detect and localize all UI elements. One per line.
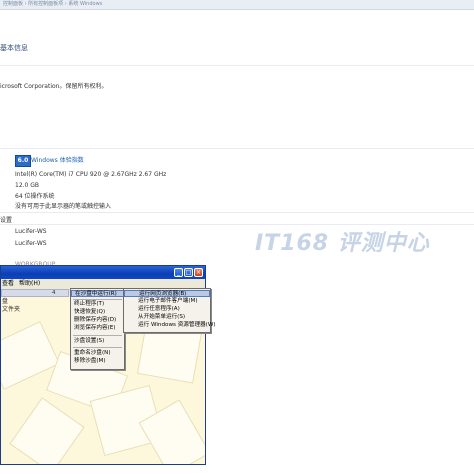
pen-touch-value: 没有可用于此显示器的笔或触控输入 bbox=[15, 203, 112, 210]
cpu-value: Intel(R) Core(TM) i7 CPU 920 @ 2.67GHz 2… bbox=[15, 171, 167, 178]
minimize-button[interactable]: _ bbox=[174, 268, 183, 277]
address-bar: 控制面板 › 所有控制面板项 › 系统 Windows bbox=[0, 0, 474, 10]
menu-bar: 查看 帮助(H) bbox=[1, 279, 205, 288]
divider bbox=[0, 148, 474, 149]
menu-item-label: 快速恢复(Q) bbox=[74, 309, 106, 315]
menu-view[interactable]: 查看 bbox=[2, 281, 14, 287]
menu-item-rename-sandbox[interactable]: 重命名沙盘(N) bbox=[71, 350, 111, 357]
menu-item-delete-contents[interactable]: 删除保存内容(D) bbox=[71, 317, 116, 324]
menu-item-run-in-sandbox[interactable]: 在沙盘中运行(R) bbox=[71, 290, 124, 298]
menu-separator bbox=[73, 347, 122, 348]
menu-item-label: 在沙盘中运行(R) bbox=[75, 291, 117, 297]
rating-badge[interactable]: 6.0 bbox=[15, 155, 31, 167]
submenu-item-label: 从开始菜单运行(S) bbox=[138, 314, 186, 320]
menu-item-remove-sandbox[interactable]: 移除沙盘(M) bbox=[71, 358, 106, 365]
copyright-text: icrosoft Corporation。保留所有权利。 bbox=[0, 83, 108, 90]
experience-index-link[interactable]: Windows 体验指数 bbox=[31, 158, 84, 164]
divider bbox=[0, 65, 474, 66]
submenu-item-run-mail[interactable]: 运行电子邮件客户端(M) bbox=[124, 298, 198, 305]
watermark: IT168 评测中心 bbox=[255, 231, 430, 256]
full-name-value: Lucifer-WS bbox=[15, 240, 47, 247]
context-menu: 在沙盘中运行(R) 终止程序(T) 快速恢复(Q) 删除保存内容(D) 浏览保存… bbox=[70, 288, 125, 370]
menu-item-label: 浏览保存内容(E) bbox=[74, 325, 116, 331]
address-text: 控制面板 › 所有控制面板项 › 系统 Windows bbox=[3, 1, 103, 7]
list-item[interactable]: 盘 bbox=[2, 299, 8, 305]
submenu-item-label: 运行 Windows 资源管理器(W) bbox=[138, 322, 216, 328]
menu-item-label: 移除沙盘(M) bbox=[74, 358, 106, 364]
menu-item-label: 沙盘设置(S) bbox=[74, 338, 105, 344]
menu-item-label: 终止程序(T) bbox=[74, 301, 105, 307]
divider bbox=[0, 212, 474, 213]
os-type-value: 64 位操作系统 bbox=[15, 193, 55, 200]
close-icon: × bbox=[195, 269, 202, 276]
list-item[interactable]: 文件夹 bbox=[2, 307, 20, 313]
submenu-item-run-any[interactable]: 运行任意程序(A) bbox=[124, 306, 180, 313]
submenu-item-label: 运行任意程序(A) bbox=[138, 306, 180, 312]
ram-value: 12.0 GB bbox=[15, 182, 40, 189]
close-button[interactable]: × bbox=[194, 268, 203, 277]
menu-item-label: 重命名沙盘(N) bbox=[74, 350, 111, 356]
menu-separator bbox=[73, 335, 122, 336]
maximize-button[interactable]: □ bbox=[184, 268, 193, 277]
menu-item-terminate[interactable]: 终止程序(T) bbox=[71, 301, 104, 308]
run-submenu: 运行网页浏览器(B) 运行电子邮件客户端(M) 运行任意程序(A) 从开始菜单运… bbox=[123, 288, 216, 333]
menu-help[interactable]: 帮助(H) bbox=[19, 281, 40, 287]
maximize-icon: □ bbox=[185, 269, 192, 276]
computer-name-value: Lucifer-WS bbox=[15, 228, 47, 235]
menu-item-quick-recover[interactable]: 快速恢复(Q) bbox=[71, 309, 105, 316]
title-bar[interactable]: _ □ × bbox=[1, 266, 205, 279]
rating-value: 6.0 bbox=[17, 157, 29, 164]
submenu-item-label: 运行电子邮件客户端(M) bbox=[138, 298, 198, 304]
menu-item-label: 删除保存内容(D) bbox=[74, 317, 117, 323]
minimize-icon: _ bbox=[177, 269, 180, 276]
submenu-item-run-start-menu[interactable]: 从开始菜单运行(S) bbox=[124, 314, 185, 321]
submenu-item-run-explorer[interactable]: 运行 Windows 资源管理器(W) bbox=[124, 322, 216, 329]
divider bbox=[0, 224, 474, 225]
section-title: 基本信息 bbox=[0, 44, 28, 52]
list-header[interactable]: 4 bbox=[1, 289, 69, 297]
menu-separator bbox=[73, 299, 122, 300]
menu-item-explore-contents[interactable]: 浏览保存内容(E) bbox=[71, 325, 115, 332]
list-header-count: 4 bbox=[52, 290, 56, 296]
background-shape bbox=[9, 397, 85, 464]
menu-item-sandbox-settings[interactable]: 沙盘设置(S) bbox=[71, 338, 104, 345]
submenu-item-run-browser[interactable]: 运行网页浏览器(B) bbox=[124, 290, 210, 298]
submenu-item-label: 运行网页浏览器(B) bbox=[139, 291, 187, 297]
